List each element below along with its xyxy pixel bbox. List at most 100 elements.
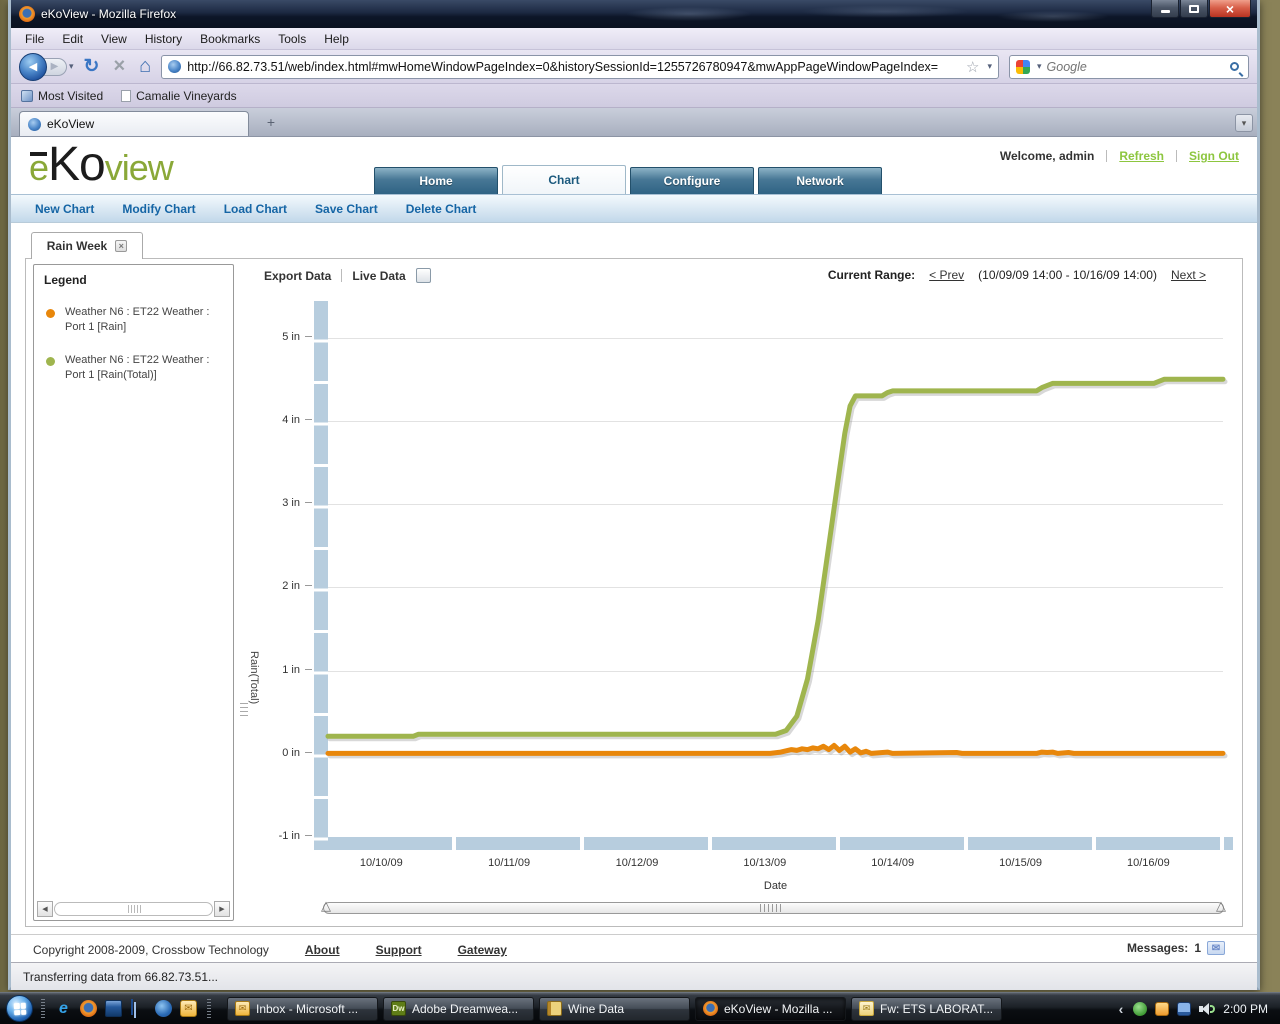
slider-grip[interactable] (760, 904, 782, 912)
url-bar[interactable]: http://66.82.73.51/web/index.html#mwHome… (161, 55, 999, 79)
save-chart-link[interactable]: Save Chart (315, 202, 378, 216)
x-tick-label: 10/15/09 (999, 857, 1042, 869)
slider-left-handle[interactable]: △ (321, 898, 331, 914)
scroll-right-button[interactable]: ▶ (214, 901, 230, 917)
scrollbar-thumb[interactable] (54, 902, 213, 916)
logo-k: Ko (48, 138, 105, 191)
y-tick-label: 4 in (282, 414, 312, 426)
search-engine-dropdown[interactable]: ▾ (1037, 61, 1042, 72)
taskbar-button-inbox[interactable]: ✉ Inbox - Microsoft ... (227, 997, 378, 1021)
tab-network[interactable]: Network (758, 167, 882, 194)
prev-range-link[interactable]: < Prev (929, 268, 964, 282)
y-axis-bar[interactable] (314, 301, 328, 850)
tab-close-icon[interactable]: × (115, 240, 127, 252)
chart-toolbar: Export Data Live Data Current Range: < P… (264, 268, 1232, 288)
legend-item-rain-total[interactable]: Weather N6 : ET22 Weather : Port 1 [Rain… (34, 335, 233, 383)
y-tick-label: 2 in (282, 580, 312, 592)
windows-explorer-icon[interactable] (131, 999, 133, 1015)
tray-agent-icon[interactable] (1133, 1002, 1147, 1016)
taskbar-button-fw-ets[interactable]: ✉ Fw: ETS LABORAT... (851, 997, 1002, 1021)
envelope-icon[interactable]: ✉ (1207, 941, 1225, 955)
taskbar-button-dreamweaver[interactable]: Dw Adobe Dreamwea... (383, 997, 534, 1021)
task-button-label: Inbox - Microsoft ... (256, 1002, 370, 1016)
tray-expand-icon[interactable]: ‹ (1119, 1001, 1124, 1017)
refresh-link[interactable]: Refresh (1119, 149, 1164, 163)
new-chart-link[interactable]: New Chart (35, 202, 94, 216)
slider-right-handle[interactable]: △ (1216, 898, 1226, 914)
about-link[interactable]: About (305, 943, 340, 957)
rain-week-tab[interactable]: Rain Week × (31, 232, 143, 259)
status-text: Transferring data from 66.82.73.51... (23, 970, 218, 984)
volume-icon[interactable] (1199, 1002, 1215, 1016)
search-icon[interactable] (1230, 62, 1239, 71)
menu-view[interactable]: View (101, 32, 127, 46)
search-input[interactable] (1047, 60, 1225, 74)
legend-horizontal-scrollbar[interactable]: ◀ ▶ (37, 901, 230, 917)
menu-help[interactable]: Help (324, 32, 349, 46)
maximize-button[interactable] (1180, 0, 1208, 18)
tray-display-icon[interactable] (1177, 1002, 1191, 1016)
divider (341, 269, 342, 282)
remote-desktop-icon[interactable] (105, 1000, 122, 1017)
firefox-icon (19, 6, 35, 22)
x-axis-bar[interactable] (328, 837, 1233, 850)
time-range-slider[interactable]: △ △ (321, 900, 1226, 916)
tab-chart[interactable]: Chart (502, 165, 626, 194)
y-axis-tick-labels: 5 in4 in3 in2 in1 in0 in-1 in (262, 301, 312, 837)
dreamweaver-icon: Dw (391, 1001, 406, 1016)
delete-chart-link[interactable]: Delete Chart (406, 202, 477, 216)
tab-strip: eKoView + ▾ (11, 108, 1257, 137)
plot-area[interactable] (328, 301, 1223, 837)
modify-chart-link[interactable]: Modify Chart (122, 202, 195, 216)
history-dropdown-button[interactable]: ▾ (69, 61, 74, 72)
new-tab-button[interactable]: + (259, 114, 283, 134)
load-chart-link[interactable]: Load Chart (224, 202, 287, 216)
messages-indicator[interactable]: Messages: 1 ✉ (1127, 941, 1225, 955)
search-bar[interactable]: ▾ (1009, 55, 1249, 79)
menu-history[interactable]: History (145, 32, 182, 46)
menu-tools[interactable]: Tools (278, 32, 306, 46)
outlook-icon[interactable]: ✉ (180, 1000, 197, 1017)
tray-security-icon[interactable] (1155, 1002, 1169, 1016)
url-dropdown-button[interactable]: ▾ (987, 61, 992, 72)
list-all-tabs-button[interactable]: ▾ (1235, 114, 1253, 132)
menu-file[interactable]: File (25, 32, 44, 46)
scroll-left-button[interactable]: ◀ (37, 901, 53, 917)
tab-configure[interactable]: Configure (630, 167, 754, 194)
tab-home[interactable]: Home (374, 167, 498, 194)
y-tick-label: 0 in (282, 747, 312, 759)
sign-out-link[interactable]: Sign Out (1189, 149, 1239, 163)
export-data-button[interactable]: Export Data (264, 269, 331, 283)
internet-explorer-icon[interactable]: e (55, 1000, 72, 1017)
back-button[interactable]: ◀ (19, 53, 47, 81)
gateway-link[interactable]: Gateway (458, 943, 507, 957)
taskbar-button-wine-data[interactable]: Wine Data (539, 997, 690, 1021)
start-button[interactable] (6, 995, 33, 1022)
support-link[interactable]: Support (376, 943, 422, 957)
browser-tab-ekoview[interactable]: eKoView (19, 111, 249, 136)
menu-edit[interactable]: Edit (62, 32, 83, 46)
series-line-Weather N6 : ET22 Weather : Port 1 [Rain] (328, 745, 1223, 753)
bookmark-most-visited[interactable]: Most Visited (21, 89, 103, 103)
taskbar-clock[interactable]: 2:00 PM (1223, 1002, 1268, 1016)
live-data-checkbox[interactable] (416, 268, 431, 283)
reload-button[interactable]: ↻ (80, 55, 104, 78)
url-text[interactable]: http://66.82.73.51/web/index.html#mwHome… (187, 60, 960, 74)
next-range-link[interactable]: Next > (1171, 268, 1206, 282)
close-button[interactable]: × (1209, 0, 1251, 18)
title-bar[interactable]: eKoView - Mozilla Firefox × (11, 0, 1257, 28)
bookmark-camalie-vineyards[interactable]: Camalie Vineyards (121, 89, 237, 103)
stop-button[interactable]: × (109, 55, 129, 78)
home-button[interactable]: ⌂ (135, 55, 155, 78)
task-button-label: Fw: ETS LABORAT... (880, 1002, 994, 1016)
taskbar-button-ekoview[interactable]: eKoView - Mozilla ... (695, 997, 846, 1021)
minimize-button[interactable] (1151, 0, 1179, 18)
titlebar-glass-decoration (577, 2, 1137, 26)
bookmark-star-icon[interactable]: ☆ (966, 58, 979, 76)
menu-bookmarks[interactable]: Bookmarks (200, 32, 260, 46)
firefox-icon[interactable] (80, 1000, 97, 1017)
panel-splitter-grip[interactable] (240, 703, 248, 717)
close-icon: × (1226, 2, 1234, 16)
legend-item-rain[interactable]: Weather N6 : ET22 Weather : Port 1 [Rain… (34, 287, 233, 335)
thunderbird-icon[interactable] (155, 1000, 172, 1017)
